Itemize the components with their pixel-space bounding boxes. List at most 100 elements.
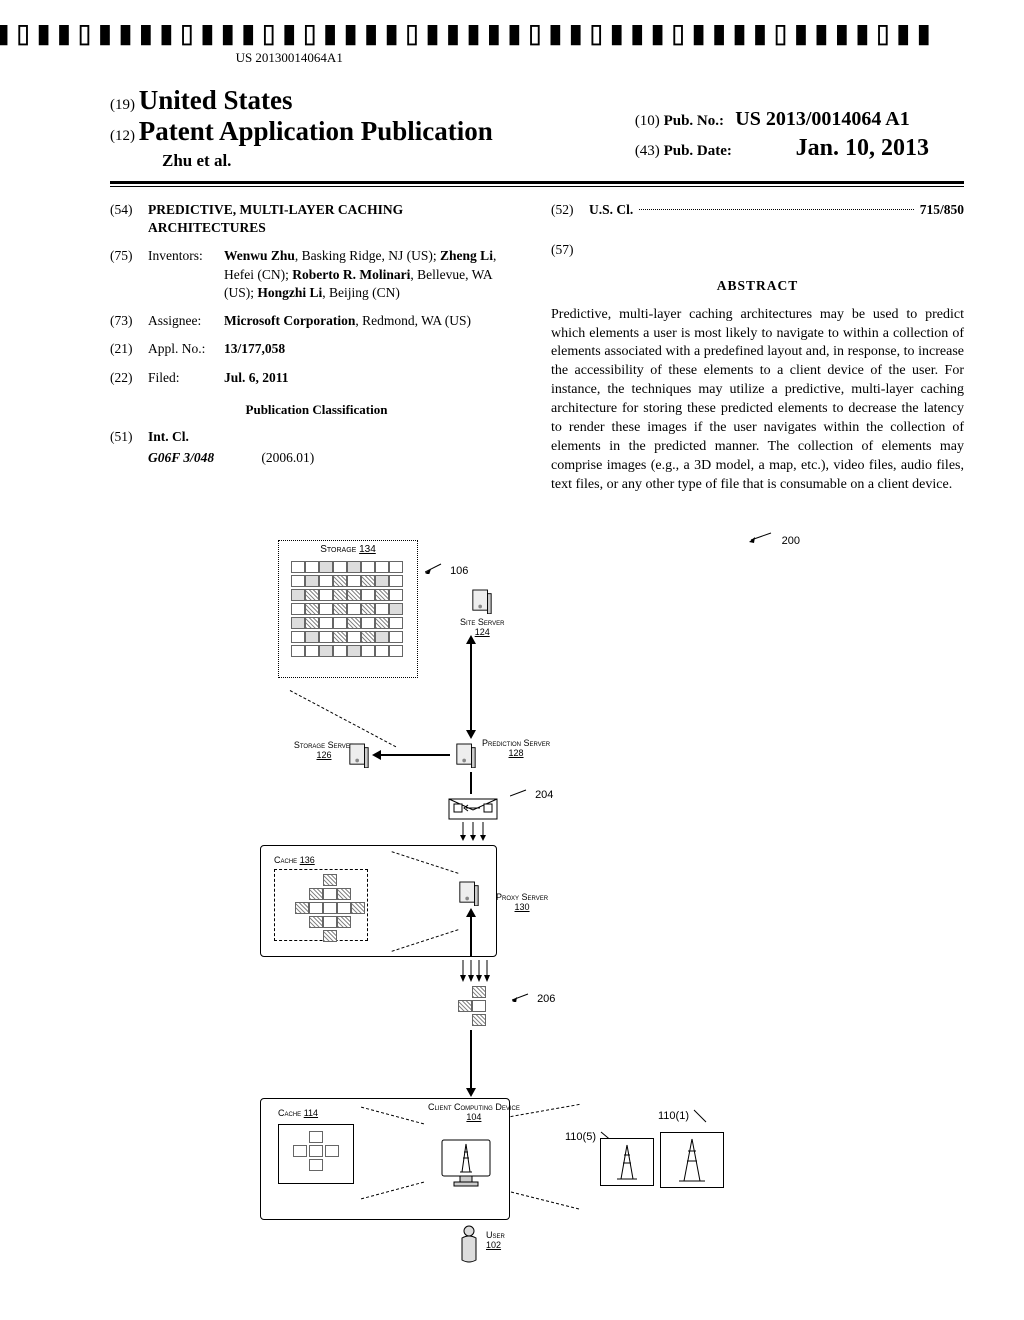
dotted-leader-icon	[639, 209, 913, 210]
storage-134-num: 134	[359, 544, 376, 555]
arrow-up-icon	[466, 908, 476, 917]
ref-106: 106	[425, 562, 468, 577]
publication-classification-heading: Publication Classification	[110, 401, 523, 419]
intcl-label: Int. Cl.	[148, 429, 189, 444]
eiffel-icon	[661, 1133, 723, 1187]
code-19: (19)	[110, 97, 135, 113]
field-21: (21) Appl. No.: 13/177,058	[110, 340, 523, 358]
barcode-icon: ▮▮▯▮▮▮▮▯▮▯▮▮▮▮▯▮▮▮▯▮▮▯▮▮▮▮▯▮▮▮▯▮▯▮▮▮▮▯▮▮…	[0, 18, 934, 48]
ref-206: 206	[512, 992, 555, 1005]
barcode-block: ▮▮▯▮▮▮▮▯▮▯▮▮▮▮▯▮▮▮▯▮▮▯▮▮▮▮▯▮▮▮▯▮▯▮▮▮▮▯▮▮…	[0, 18, 934, 66]
filed-date: Jul. 6, 2011	[224, 370, 289, 385]
arrow-line-icon	[378, 754, 450, 756]
envelope-icon	[448, 798, 498, 823]
prediction-server-block: Prediction Server128	[482, 738, 550, 758]
assignee-name: Microsoft Corporation	[224, 313, 355, 328]
leader-arrow-icon	[749, 530, 779, 544]
server-icon	[458, 880, 480, 906]
code-43: (43)	[635, 143, 660, 159]
code-21: (21)	[110, 340, 148, 358]
assignee-label: Assignee:	[148, 312, 224, 330]
client-num: 104	[466, 1112, 481, 1122]
barcode-number: US 20130014064A1	[0, 50, 934, 66]
leader-line-icon	[510, 788, 532, 798]
proxy-server-num: 130	[515, 902, 530, 912]
bibliographic-columns: (54) PREDICTIVE, MULTI-LAYER CACHING ARC…	[110, 201, 964, 495]
code-73: (73)	[110, 312, 148, 330]
arrow-down-icon	[466, 1088, 476, 1097]
arrow-up-icon	[466, 635, 476, 644]
code-52: (52)	[551, 201, 589, 219]
left-column: (54) PREDICTIVE, MULTI-LAYER CACHING ARC…	[110, 201, 523, 495]
field-51: (51) Int. Cl.	[110, 428, 523, 446]
publication-date: Jan. 10, 2013	[796, 135, 929, 161]
cache-114-label: Cache	[278, 1108, 301, 1118]
multi-arrow-down-icon	[458, 822, 488, 842]
client-device-block: Client Computing Device104	[428, 1102, 520, 1122]
arrow-line-icon	[470, 640, 472, 735]
prediction-server-label: Prediction Server	[482, 738, 550, 748]
field-73: (73) Assignee: Microsoft Corporation, Re…	[110, 312, 523, 330]
user-num: 102	[486, 1240, 501, 1250]
cache-114-block: Cache 114	[278, 1108, 354, 1184]
ref-204-label: 204	[535, 789, 553, 801]
proxy-server-label: Proxy Server	[496, 892, 548, 902]
intcl-year: (2006.01)	[261, 450, 314, 465]
right-column: (52) U.S. Cl. 715/850 (57) ABSTRACT Pred…	[551, 201, 964, 495]
ref-200: 200	[749, 530, 800, 547]
abstract-heading: ABSTRACT	[551, 277, 964, 295]
ref-110-5-label: 110(5)	[565, 1131, 596, 1143]
storage-server-num: 126	[316, 750, 331, 760]
uscl-value: 715/850	[920, 201, 964, 219]
inventor-3: Roberto R. Molinari	[292, 267, 410, 282]
arrow-line-icon	[470, 772, 472, 794]
prediction-server-num: 128	[509, 748, 524, 758]
inventors-label: Inventors:	[148, 247, 224, 302]
header-right: (10) Pub. No.: US 2013/0014064 A1 (43) P…	[635, 108, 929, 162]
cache-136-block: Cache 136	[274, 855, 394, 945]
dashed-line-icon	[510, 1104, 579, 1117]
publication-type: Patent Application Publication	[139, 116, 493, 146]
applno-label: Appl. No.:	[148, 340, 224, 358]
tiles-206-icon	[458, 986, 498, 1026]
intcl-class: G06F 3/048	[148, 449, 258, 467]
cache-136-num: 136	[300, 855, 315, 865]
field-52: (52) U.S. Cl. 715/850	[551, 201, 964, 219]
server-icon	[471, 588, 493, 614]
rule-thin	[110, 186, 964, 187]
server-icon	[455, 742, 477, 768]
uscl-label: U.S. Cl.	[589, 201, 633, 219]
assignee-body: Microsoft Corporation, Redmond, WA (US)	[224, 312, 523, 330]
storage-grid-icon	[291, 561, 401, 657]
arrow-line-icon	[470, 1030, 472, 1090]
code-22: (22)	[110, 369, 148, 387]
monitor-icon	[438, 1136, 494, 1195]
inventor-2: Zheng Li	[440, 248, 493, 263]
client-label: Client Computing Device	[428, 1102, 520, 1112]
site-server-block: Site Server124	[460, 588, 504, 637]
pubdate-label: Pub. Date:	[664, 143, 732, 159]
storage-server-label: Storage Server	[294, 740, 354, 750]
code-12: (12)	[110, 128, 135, 144]
intcl-row: G06F 3/048 (2006.01)	[148, 449, 523, 467]
leader-line-icon	[692, 1108, 710, 1124]
code-75: (75)	[110, 247, 148, 302]
arrow-left-icon	[372, 750, 381, 760]
site-server-label: Site Server	[460, 617, 504, 627]
code-51: (51)	[110, 428, 148, 446]
ref-206-label: 206	[537, 993, 555, 1005]
user-block: User102	[456, 1224, 482, 1269]
field-54: (54) PREDICTIVE, MULTI-LAYER CACHING ARC…	[110, 201, 523, 237]
abstract-text: Predictive, multi-layer caching architec…	[551, 306, 964, 495]
dashed-line-icon	[290, 690, 396, 747]
leader-line-icon	[425, 562, 447, 574]
ref-204: 204	[510, 788, 553, 801]
arrow-down-icon	[466, 730, 476, 739]
storage-134-label: Storage	[320, 544, 356, 555]
server-icon	[348, 742, 370, 768]
ref-200-label: 200	[782, 535, 800, 547]
ref-110-1-label: 110(1)	[658, 1110, 689, 1122]
patent-front-page: ▮▮▯▮▮▮▮▯▮▯▮▮▮▮▯▮▮▮▯▮▮▯▮▮▮▮▯▮▮▮▯▮▯▮▮▮▮▯▮▮…	[0, 0, 1024, 1320]
cache-136-grid	[274, 869, 368, 941]
dashed-line-icon	[511, 1192, 579, 1210]
